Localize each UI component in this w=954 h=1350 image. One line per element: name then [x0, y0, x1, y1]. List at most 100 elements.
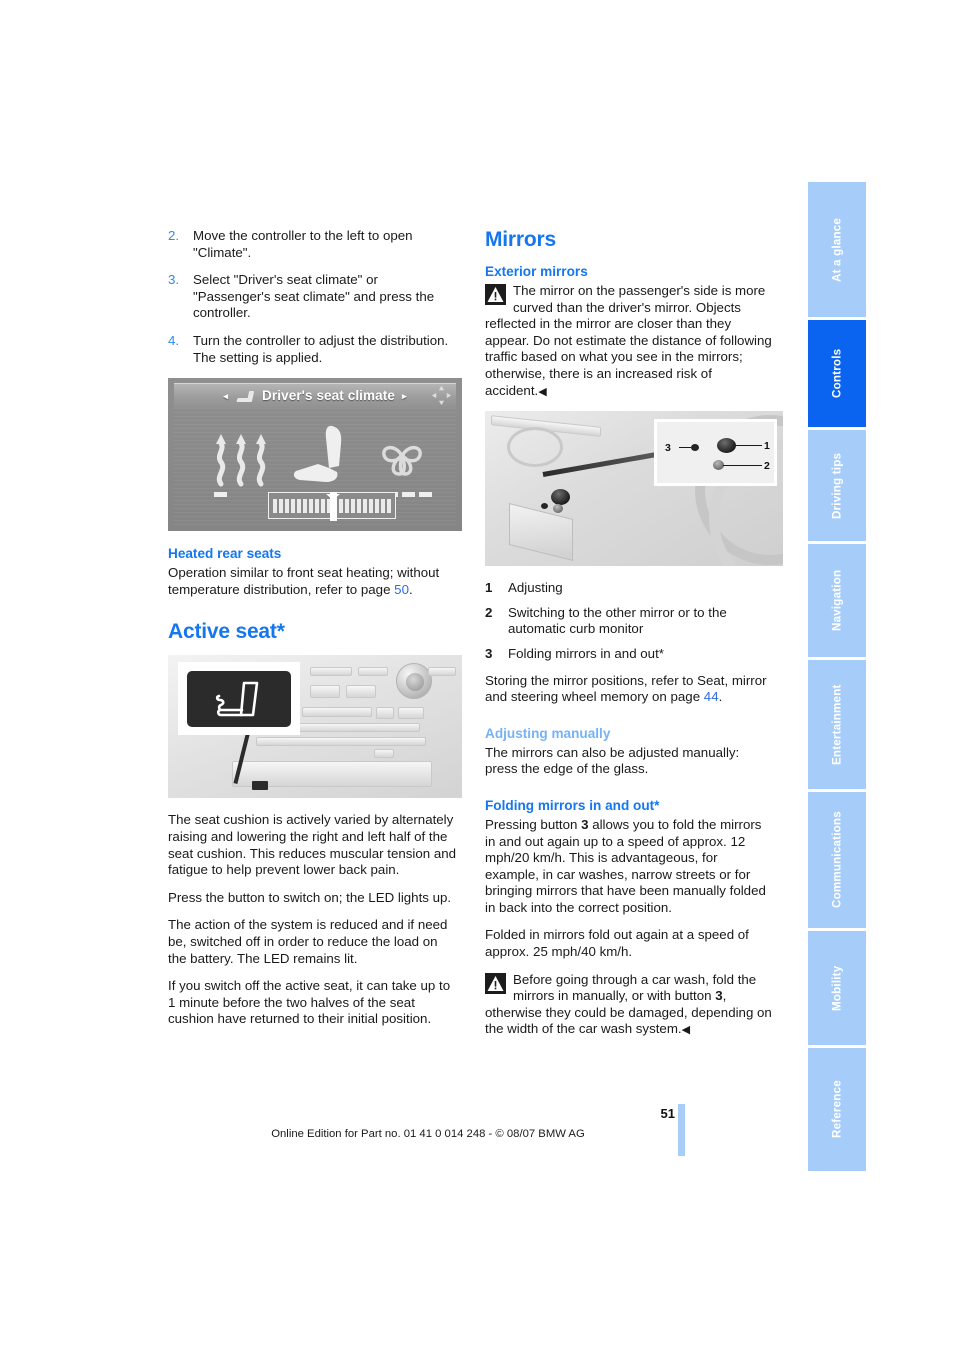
console-slot — [302, 707, 372, 718]
console-trim — [358, 667, 388, 677]
sidebar-item-label: Reference — [830, 1080, 844, 1139]
legend-item: 3 Folding mirrors in and out* — [485, 646, 775, 663]
mirror-memory-note: Storing the mirror positions, refer to S… — [485, 673, 775, 706]
callout-label-1: 1 — [764, 440, 770, 453]
distribution-slider[interactable] — [268, 492, 396, 522]
active-seat-paragraph: Press the button to switch on; the LED l… — [168, 889, 452, 905]
callout-label-2: 2 — [764, 460, 770, 473]
mirror-adjust-knob-detail[interactable] — [717, 438, 736, 454]
compass-icon — [431, 386, 452, 406]
mirror-fold-button-detail[interactable] — [691, 444, 699, 452]
heading-mirrors: Mirrors — [485, 228, 556, 251]
text-after-xref: . — [408, 581, 413, 597]
legend-text: Switching to the other mirror or to the … — [508, 604, 727, 637]
step-item: 4. Turn the controller to adjust the dis… — [168, 333, 458, 366]
page-cross-reference: 50 — [394, 581, 409, 597]
sidebar-item-label: Navigation — [830, 569, 844, 632]
warning-text: The mirror on the passenger's side is mo… — [485, 283, 772, 398]
console-rotary-knob — [396, 663, 432, 700]
manual-page: 2. Move the controller to the left to op… — [0, 0, 954, 1350]
mirror-select-switch[interactable] — [553, 504, 563, 514]
sidebar-item-label: Driving tips — [830, 452, 844, 519]
legend-item: 1 Adjusting — [485, 580, 775, 597]
warning-triangle-icon — [485, 972, 506, 994]
legend-number: 3 — [485, 645, 493, 661]
mirror-callout-legend: 1 Adjusting 2 Switching to the other mir… — [485, 580, 775, 662]
heading-folding-mirrors: Folding mirrors in and out* — [485, 797, 660, 813]
sidebar-item-driving-tips[interactable]: Driving tips — [808, 430, 866, 541]
warning-block-exterior-mirrors: The mirror on the passenger's side is mo… — [485, 283, 775, 400]
text-after-xref: . — [718, 689, 723, 705]
warning-end-mark: ◀ — [681, 1024, 691, 1037]
figure-center-console: VO9D0105605 — [168, 655, 462, 799]
step-item: 3. Select "Driver's seat climate" or "Pa… — [168, 272, 458, 322]
button-detail-inset — [178, 662, 300, 736]
console-trim — [310, 667, 352, 677]
text-segment: Pressing button — [485, 816, 582, 832]
callout-leader-line — [679, 447, 691, 449]
seat-glyph-icon — [235, 390, 254, 403]
console-button — [398, 707, 424, 720]
warning-end-mark: ◀ — [538, 385, 547, 398]
step-number: 3. — [168, 272, 180, 288]
active-seat-button[interactable] — [187, 670, 291, 727]
console-button — [346, 685, 376, 699]
left-column: 2. Move the controller to the left to op… — [168, 228, 462, 1039]
active-seat-icon — [215, 681, 259, 717]
step-number: 2. — [168, 228, 180, 243]
mirror-fold-button[interactable] — [541, 503, 548, 510]
heat-waves-icon — [216, 434, 266, 487]
warning-block-car-wash: Before going through a car wash, fold th… — [485, 972, 775, 1039]
sidebar-item-controls[interactable]: Controls — [808, 320, 866, 427]
step-text: Move the controller to the left to open … — [193, 228, 413, 260]
legend-number: 1 — [485, 580, 493, 596]
sidebar-item-mobility[interactable]: Mobility — [808, 931, 866, 1045]
numbered-steps: 2. Move the controller to the left to op… — [168, 228, 458, 366]
button-number-reference: 3 — [715, 988, 723, 1004]
callout-label-3: 3 — [665, 442, 671, 455]
active-seat-paragraph: The seat cushion is actively varied by a… — [168, 812, 457, 878]
legend-number: 2 — [485, 604, 493, 620]
sidebar-item-navigation[interactable]: Navigation — [808, 544, 866, 657]
sidebar-item-label: Mobility — [830, 965, 844, 1011]
figure-reference-code: VO9D0105605 — [459, 762, 462, 794]
sidebar-item-communications[interactable]: Communications — [808, 792, 866, 928]
button-number-reference: 3 — [581, 816, 589, 832]
sidebar-item-at-a-glance[interactable]: At a glance — [808, 182, 866, 317]
callout-leader-line — [723, 465, 762, 467]
sidebar-item-reference[interactable]: Reference — [808, 1048, 866, 1171]
right-arrow-icon: ▸ — [401, 390, 407, 401]
sidebar-item-entertainment[interactable]: Entertainment — [808, 660, 866, 789]
page-number: 51 — [660, 1106, 675, 1121]
footer-text: Online Edition for Part no. 01 41 0 014 … — [271, 1128, 585, 1140]
heat-level-indicator — [214, 492, 227, 498]
console-button — [310, 685, 340, 699]
slider-knob[interactable] — [326, 492, 340, 522]
chapter-tab-rail: At a glance Controls Driving tips Naviga… — [808, 182, 866, 1171]
car-seat-icon — [293, 426, 342, 483]
legend-text: Adjusting — [508, 580, 563, 596]
step-number: 4. — [168, 332, 180, 348]
sidebar-item-label: Entertainment — [830, 684, 844, 765]
heading-exterior-mirrors: Exterior mirrors — [485, 264, 588, 279]
figure-reference-code: VO9D0105606 — [780, 530, 783, 562]
console-button — [374, 749, 394, 759]
door-speaker-ring — [507, 427, 563, 468]
sidebar-item-label: At a glance — [830, 217, 844, 282]
folding-mirrors-paragraph-2: Folded in mirrors fold out again at a sp… — [485, 927, 749, 960]
heated-rear-seats-body: Operation similar to front seat heating;… — [168, 565, 458, 598]
folding-mirrors-paragraph-1: Pressing button 3 allows you to fold the… — [485, 817, 775, 917]
console-trim — [428, 667, 456, 677]
mirror-adjust-knob[interactable] — [551, 489, 570, 506]
active-seat-button-on-console[interactable] — [252, 781, 268, 791]
window-switch-bank[interactable] — [509, 503, 573, 562]
sidebar-item-label: Communications — [830, 811, 844, 909]
figure-reference-code: VO9D0105604 — [459, 495, 462, 527]
heading-heated-rear-seats: Heated rear seats — [168, 546, 282, 562]
figure-mirror-controls: 1 2 3 VO9D0105606 — [485, 411, 783, 567]
idrive-screen-body — [174, 408, 456, 528]
console-slot — [256, 737, 426, 747]
warning-triangle-icon — [485, 284, 506, 305]
step-text: Select "Driver's seat climate" or "Passe… — [193, 272, 435, 321]
figure-seat-climate-screen: ◂ Driver's seat climate ▸ — [168, 378, 462, 532]
